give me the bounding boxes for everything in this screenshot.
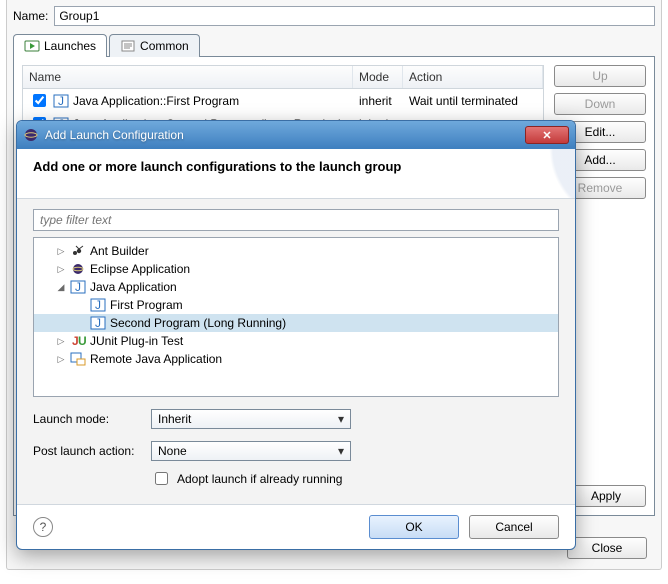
tree-label: Java Application [90, 280, 177, 294]
tree-label: Remote Java Application [90, 352, 222, 366]
java-app-icon: J [90, 315, 106, 331]
expand-icon[interactable]: ▷ [56, 246, 66, 257]
filter-input[interactable] [33, 209, 559, 231]
group-name-input[interactable] [54, 6, 655, 26]
adopt-checkbox[interactable] [155, 472, 168, 485]
dialog-title: Add Launch Configuration [45, 128, 184, 142]
ok-button[interactable]: OK [369, 515, 459, 539]
tree-label: Second Program (Long Running) [110, 316, 286, 330]
row-action: Wait until terminated [409, 94, 537, 108]
config-tree[interactable]: ▷ Ant Builder ▷ Eclipse Application ◢ J … [33, 237, 559, 397]
up-button[interactable]: Up [554, 65, 646, 87]
post-action-select[interactable]: None [151, 441, 351, 461]
java-app-icon: J [70, 279, 86, 295]
tab-common[interactable]: Common [109, 34, 200, 57]
expand-icon[interactable]: ▷ [56, 354, 66, 365]
tree-node-java-app[interactable]: ◢ J Java Application [34, 278, 558, 296]
tree-node-eclipse-app[interactable]: ▷ Eclipse Application [34, 260, 558, 278]
tab-launches[interactable]: Launches [13, 34, 107, 57]
collapse-icon[interactable]: ◢ [56, 282, 66, 293]
tree-label: Ant Builder [90, 244, 149, 258]
java-app-icon: J [90, 297, 106, 313]
tree-node-remote-java[interactable]: ▷ Remote Java Application [34, 350, 558, 368]
java-app-icon: J [53, 93, 69, 109]
tree-label: Eclipse Application [90, 262, 190, 276]
help-icon[interactable]: ? [33, 517, 53, 537]
launches-tab-icon [24, 38, 40, 54]
launch-mode-label: Launch mode: [33, 412, 145, 426]
launch-mode-select[interactable]: Inherit [151, 409, 351, 429]
expand-icon[interactable]: ▷ [56, 336, 66, 347]
remote-java-icon [70, 351, 86, 367]
tree-leaf-second-program[interactable]: J Second Program (Long Running) [34, 314, 558, 332]
adopt-label: Adopt launch if already running [177, 472, 342, 486]
launch-mode-value: Inherit [158, 412, 191, 426]
svg-text:U: U [78, 334, 86, 348]
col-header-mode[interactable]: Mode [353, 66, 403, 88]
tree-leaf-first-program[interactable]: J First Program [34, 296, 558, 314]
name-label: Name: [13, 9, 48, 23]
cancel-button[interactable]: Cancel [469, 515, 559, 539]
row-checkbox[interactable] [33, 94, 46, 107]
tree-label: JUnit Plug-in Test [90, 334, 183, 348]
svg-text:J: J [58, 94, 64, 108]
dialog-heading: Add one or more launch configurations to… [33, 159, 559, 174]
tree-node-junit[interactable]: ▷ JU JUnit Plug-in Test [34, 332, 558, 350]
svg-text:J: J [95, 298, 101, 312]
svg-text:J: J [95, 316, 101, 330]
post-action-label: Post launch action: [33, 444, 145, 458]
ant-icon [70, 243, 86, 259]
common-tab-icon [120, 38, 136, 54]
svg-text:J: J [75, 280, 81, 294]
tree-label: First Program [110, 298, 183, 312]
table-row[interactable]: J Java Application::First Program inheri… [23, 89, 543, 112]
col-header-action[interactable]: Action [403, 66, 543, 88]
eclipse-icon [23, 127, 39, 143]
post-action-value: None [158, 444, 187, 458]
row-label: Java Application::First Program [73, 94, 239, 108]
col-header-name[interactable]: Name [23, 66, 353, 88]
junit-icon: JU [70, 333, 86, 349]
tree-node-ant-builder[interactable]: ▷ Ant Builder [34, 242, 558, 260]
down-button[interactable]: Down [554, 93, 646, 115]
tab-launches-label: Launches [44, 39, 96, 53]
apply-button[interactable]: Apply [566, 485, 646, 507]
expand-icon[interactable]: ▷ [56, 264, 66, 275]
tab-common-label: Common [140, 39, 189, 53]
dialog-titlebar[interactable]: Add Launch Configuration ✕ [17, 121, 575, 149]
row-mode: inherit [359, 94, 409, 108]
eclipse-app-icon [70, 261, 86, 277]
close-icon[interactable]: ✕ [525, 126, 569, 144]
add-launch-dialog: Add Launch Configuration ✕ Add one or mo… [16, 120, 576, 550]
close-button[interactable]: Close [567, 537, 647, 559]
